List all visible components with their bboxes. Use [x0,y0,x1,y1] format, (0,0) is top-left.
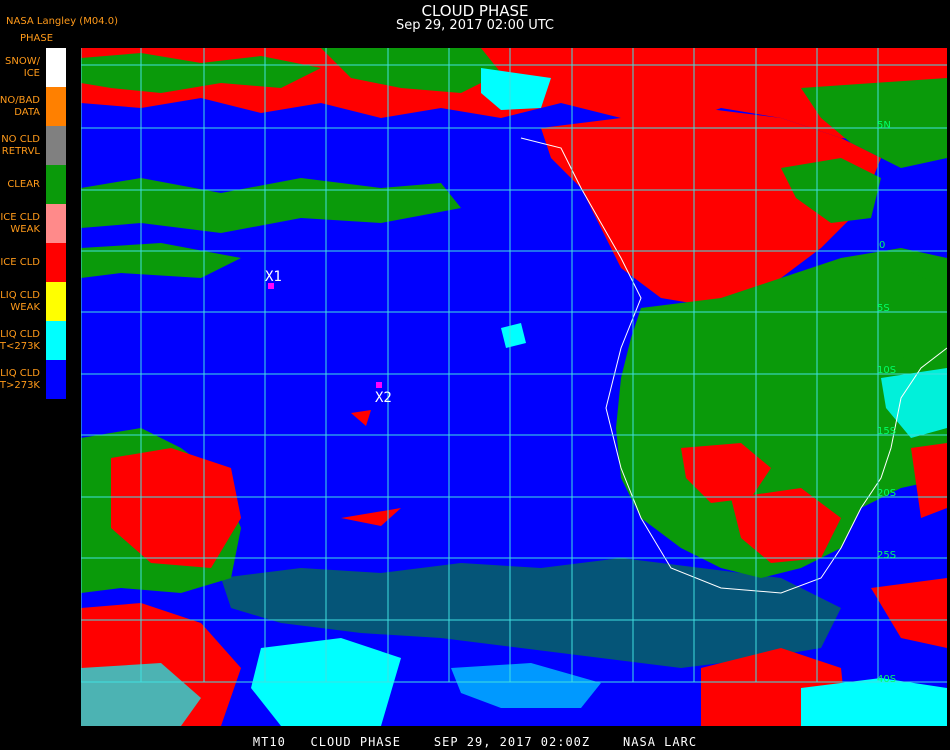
marker-x2-label: X2 [375,390,392,406]
lat-label: 10S [877,365,896,376]
legend-item-clear: CLEAR [0,165,66,204]
legend-item-liq-cld-cold: LIQ CLD T<273K [0,321,66,360]
legend-label: NO CLD RETRVL [1,133,40,157]
legend-item-snow-ice: SNOW/ ICE [0,48,66,87]
lat-label: 5N [877,120,891,131]
marker-x1-label: X1 [265,269,282,285]
legend-swatch [46,360,66,399]
cloud-phase-map[interactable]: 5N 0 5S 10S 15S 20S 25S 40S X1 X2 [81,48,947,726]
legend-swatch [46,48,66,87]
legend-label: LIQ CLD T<273K [0,328,40,352]
marker-x2-dot [376,382,382,388]
legend-item-ice-cld-weak: ICE CLD WEAK [0,204,66,243]
legend-swatch [46,87,66,126]
legend-item-liq-cld-warm: LIQ CLD T>273K [0,360,66,399]
legend-swatch [46,243,66,282]
legend-label: SNOW/ ICE [5,55,40,79]
lat-label: 5S [877,303,890,314]
lat-label: 20S [877,488,896,499]
lat-label: 15S [877,426,896,437]
legend-swatch [46,282,66,321]
legend-swatch [46,126,66,165]
legend-label: ICE CLD WEAK [0,211,40,235]
lat-label: 40S [877,674,896,685]
legend-label: LIQ CLD WEAK [0,289,40,313]
legend-label: CLEAR [7,178,40,190]
legend-item-liq-cld-weak: LIQ CLD WEAK [0,282,66,321]
legend-item-ice-cld: ICE CLD [0,243,66,282]
legend-swatch [46,321,66,360]
legend-label: ICE CLD [0,256,40,268]
legend-swatch [46,204,66,243]
legend-swatch [46,165,66,204]
map-timestamp: Sep 29, 2017 02:00 UTC [395,18,555,33]
legend-label: LIQ CLD T>273K [0,367,40,391]
legend-title: PHASE [20,33,54,44]
legend-item-no-bad-data: NO/BAD DATA [0,87,66,126]
phase-legend: SNOW/ ICE NO/BAD DATA NO CLD RETRVL CLEA… [0,48,66,401]
legend-label: NO/BAD DATA [0,94,40,118]
footer-caption: MT10 CLOUD PHASE SEP 29, 2017 02:00Z NAS… [252,735,698,749]
lat-label: 0 [879,240,885,251]
lat-label: 25S [877,550,896,561]
legend-item-no-cld-retrvl: NO CLD RETRVL [0,126,66,165]
